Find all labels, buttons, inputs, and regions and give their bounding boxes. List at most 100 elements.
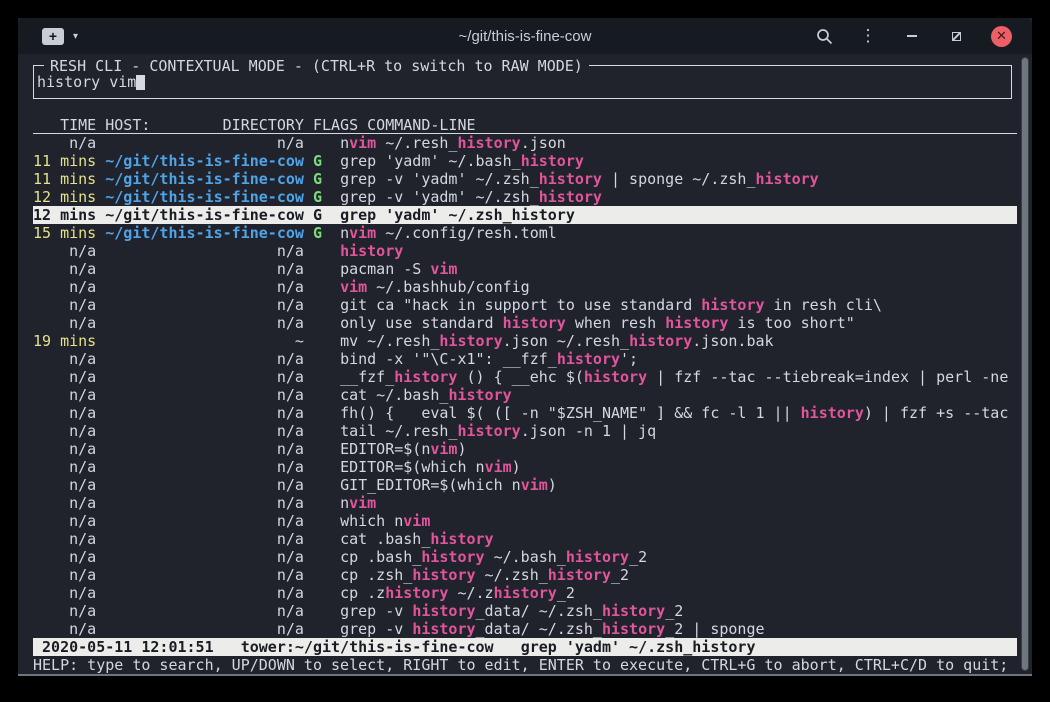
directory-cell: n/a: [105, 368, 313, 386]
scrollbar[interactable]: [1021, 57, 1029, 671]
search-match: history: [503, 314, 566, 332]
history-row[interactable]: n/a n/a cp .zsh_history ~/.zsh_history_2: [33, 566, 1017, 584]
minimize-button[interactable]: [903, 27, 921, 45]
directory-cell: ~: [105, 332, 313, 350]
search-match: history: [412, 566, 475, 584]
minimize-icon: [907, 35, 917, 37]
time-cell: 11 mins: [33, 152, 105, 170]
history-row[interactable]: n/a n/a bind -x '"\C-x1": __fzf_history'…: [33, 350, 1017, 368]
search-match: history: [457, 134, 520, 152]
status-bar: 2020-05-11 12:01:51 tower:~/git/this-is-…: [33, 638, 1017, 656]
history-row-selected[interactable]: 12 mins ~/git/this-is-fine-cow G grep 'y…: [33, 206, 1017, 224]
close-button[interactable]: ✕: [991, 26, 1012, 47]
search-match: history: [385, 584, 448, 602]
history-row[interactable]: n/a n/a git ca "hack in support to use s…: [33, 296, 1017, 314]
history-row[interactable]: n/a n/a grep -v history_data/ ~/.zsh_his…: [33, 620, 1017, 638]
history-row[interactable]: n/a n/a history: [33, 242, 1017, 260]
history-row[interactable]: n/a n/a EDITOR=$(nvim): [33, 440, 1017, 458]
search-match: history: [494, 584, 557, 602]
history-row[interactable]: n/a n/a cp .zhistory ~/.zhistory_2: [33, 584, 1017, 602]
search-match: history: [394, 368, 457, 386]
history-row[interactable]: 19 mins ~ mv ~/.resh_history.json ~/.res…: [33, 332, 1017, 350]
search-match: history: [756, 170, 819, 188]
flags-cell: G: [313, 152, 340, 170]
history-row[interactable]: n/a n/a nvim: [33, 494, 1017, 512]
chevron-down-icon[interactable]: ▾: [73, 31, 78, 42]
time-cell: n/a: [33, 260, 105, 278]
flags-cell: [313, 350, 340, 368]
time-cell: n/a: [33, 620, 105, 638]
command-cell: grep -v 'yadm' ~/.zsh_history | sponge ~…: [340, 170, 819, 188]
time-cell: n/a: [33, 458, 105, 476]
time-cell: n/a: [33, 602, 105, 620]
time-cell: n/a: [33, 584, 105, 602]
history-row[interactable]: n/a n/a only use standard history when r…: [33, 314, 1017, 332]
command-cell: pacman -S vim: [340, 260, 457, 278]
command-cell: nvim ~/.resh_history.json: [340, 134, 566, 152]
directory-cell: ~/git/this-is-fine-cow: [105, 170, 313, 188]
history-table: TIME HOST: DIRECTORY FLAGS COMMAND-LINE …: [33, 116, 1017, 638]
history-row[interactable]: n/a n/a tail ~/.resh_history.json -n 1 |…: [33, 422, 1017, 440]
time-cell: n/a: [33, 386, 105, 404]
command-cell: EDITOR=$(which nvim): [340, 458, 521, 476]
command-cell: cp .bash_history ~/.bash_history_2: [340, 548, 647, 566]
flags-cell: [313, 278, 340, 296]
history-row[interactable]: n/a n/a cat ~/.bash_history: [33, 386, 1017, 404]
directory-cell: n/a: [105, 350, 313, 368]
time-cell: n/a: [33, 278, 105, 296]
command-cell: only use standard history when resh hist…: [340, 314, 855, 332]
history-row[interactable]: n/a n/a __fzf_history () { __ehc $(histo…: [33, 368, 1017, 386]
history-row[interactable]: n/a n/a pacman -S vim: [33, 260, 1017, 278]
flags-cell: G: [313, 188, 340, 206]
directory-cell: n/a: [105, 602, 313, 620]
directory-cell: n/a: [105, 134, 313, 152]
history-row[interactable]: 11 mins ~/git/this-is-fine-cow G grep 'y…: [33, 152, 1017, 170]
command-cell: grep -v 'yadm' ~/.zsh_history: [340, 188, 602, 206]
history-row[interactable]: n/a n/a nvim ~/.resh_history.json: [33, 134, 1017, 152]
history-row[interactable]: 15 mins ~/git/this-is-fine-cow G nvim ~/…: [33, 224, 1017, 242]
directory-cell: n/a: [105, 458, 313, 476]
command-cell: grep 'yadm' ~/.zsh_history: [340, 206, 575, 224]
history-row[interactable]: n/a n/a grep -v history_data/ ~/.zsh_his…: [33, 602, 1017, 620]
directory-cell: ~/git/this-is-fine-cow: [105, 224, 313, 242]
terminal-window: + ▾ ~/git/this-is-fine-cow ⋮ ✕ RESH CLI …: [18, 18, 1032, 676]
history-row[interactable]: n/a n/a fh() { eval $( ([ -n "$ZSH_NAME"…: [33, 404, 1017, 422]
time-cell: n/a: [33, 314, 105, 332]
history-row[interactable]: n/a n/a which nvim: [33, 512, 1017, 530]
search-match: history: [629, 332, 692, 350]
history-row[interactable]: n/a n/a GIT_EDITOR=$(which nvim): [33, 476, 1017, 494]
history-row[interactable]: n/a n/a cp .bash_history ~/.bash_history…: [33, 548, 1017, 566]
status-time: 2020-05-11 12:01:51: [33, 638, 241, 656]
restore-button[interactable]: [947, 27, 965, 45]
search-match: history: [584, 368, 647, 386]
history-row[interactable]: n/a n/a vim ~/.bashhub/config: [33, 278, 1017, 296]
command-cell: cp .zhistory ~/.zhistory_2: [340, 584, 575, 602]
history-row[interactable]: n/a n/a EDITOR=$(which nvim): [33, 458, 1017, 476]
search-match: history: [421, 548, 484, 566]
search-match: history: [340, 242, 403, 260]
history-row[interactable]: 12 mins ~/git/this-is-fine-cow G grep -v…: [33, 188, 1017, 206]
titlebar: + ▾ ~/git/this-is-fine-cow ⋮ ✕: [18, 18, 1032, 54]
directory-cell: n/a: [105, 584, 313, 602]
flags-cell: G: [313, 206, 340, 224]
help-line: HELP: type to search, UP/DOWN to select,…: [33, 656, 1017, 674]
directory-cell: n/a: [105, 242, 313, 260]
flags-cell: [313, 440, 340, 458]
directory-cell: n/a: [105, 260, 313, 278]
directory-cell: ~/git/this-is-fine-cow: [105, 188, 313, 206]
search-match: history: [665, 314, 728, 332]
command-cell: cat ~/.bash_history: [340, 386, 512, 404]
command-cell: mv ~/.resh_history.json ~/.resh_history.…: [340, 332, 774, 350]
time-cell: n/a: [33, 368, 105, 386]
history-row[interactable]: 11 mins ~/git/this-is-fine-cow G grep -v…: [33, 170, 1017, 188]
new-tab-button[interactable]: +: [42, 28, 64, 45]
flags-cell: [313, 512, 340, 530]
flags-cell: [313, 422, 340, 440]
search-match: vim: [521, 476, 548, 494]
flags-cell: [313, 584, 340, 602]
search-icon[interactable]: [815, 27, 833, 45]
history-row[interactable]: n/a n/a cat .bash_history: [33, 530, 1017, 548]
search-match: history: [412, 602, 475, 620]
search-match: history: [430, 530, 493, 548]
menu-kebab-icon[interactable]: ⋮: [859, 27, 877, 45]
